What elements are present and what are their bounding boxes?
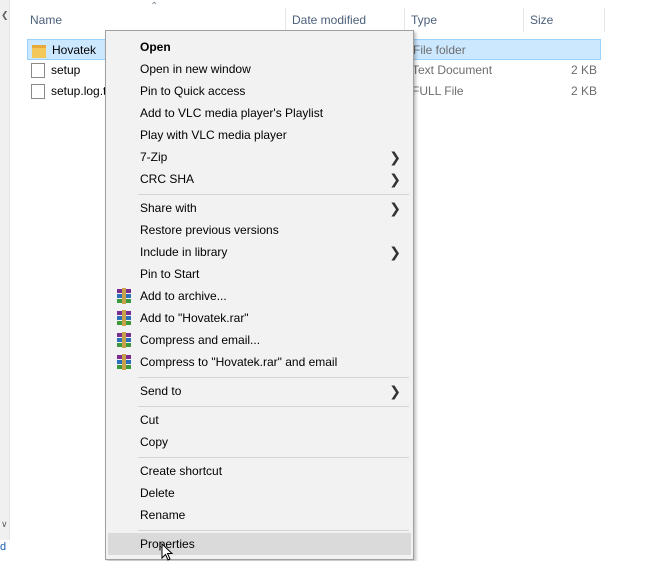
file-icon	[31, 84, 45, 99]
sort-ascending-icon: ⌃	[150, 1, 159, 12]
context-menu: Open Open in new window Pin to Quick acc…	[105, 30, 414, 560]
menu-item-pin-start[interactable]: Pin to Start	[108, 263, 411, 285]
menu-item-label: Add to "Hovatek.rar"	[140, 311, 249, 325]
file-name: setup.log.t	[51, 84, 107, 98]
menu-item-properties[interactable]: Properties	[108, 533, 411, 555]
menu-item-label: Send to	[140, 384, 182, 398]
menu-separator	[138, 194, 409, 195]
menu-item-label: 7-Zip	[140, 150, 168, 164]
menu-item-rename[interactable]: Rename	[108, 504, 411, 526]
menu-item-copy[interactable]: Copy	[108, 431, 411, 453]
menu-item-label: Include in library	[140, 245, 228, 259]
navigation-pane-item[interactable]: d	[0, 541, 6, 553]
column-header-date-modified[interactable]: Date modified	[286, 8, 405, 32]
menu-item-open-new-window[interactable]: Open in new window	[108, 58, 411, 80]
winrar-icon	[117, 288, 131, 304]
menu-item-add-vlc-playlist[interactable]: Add to VLC media player's Playlist	[108, 102, 411, 124]
menu-item-cut[interactable]: Cut	[108, 409, 411, 431]
menu-item-label: Compress and email...	[140, 333, 261, 347]
menu-item-compress-email[interactable]: Compress and email...	[108, 329, 411, 351]
menu-item-compress-rar-email[interactable]: Compress to "Hovatek.rar" and email	[108, 351, 411, 373]
winrar-icon	[117, 354, 131, 370]
menu-item-delete[interactable]: Delete	[108, 482, 411, 504]
menu-item-open[interactable]: Open	[108, 36, 411, 58]
menu-item-label: CRC SHA	[140, 172, 195, 186]
file-size: 2 KB	[570, 84, 597, 98]
menu-item-send-to[interactable]: Send to ❯	[108, 380, 411, 402]
file-name: Hovatek	[52, 43, 97, 57]
menu-item-restore-versions[interactable]: Restore previous versions	[108, 219, 411, 241]
menu-item-play-vlc[interactable]: Play with VLC media player	[108, 124, 411, 146]
menu-item-pin-quick-access[interactable]: Pin to Quick access	[108, 80, 411, 102]
menu-separator	[138, 406, 409, 407]
column-header-size[interactable]: Size	[524, 8, 605, 32]
chevron-right-icon: ❯	[389, 171, 401, 187]
file-type: Text Document	[412, 63, 493, 77]
menu-item-7zip[interactable]: 7-Zip ❯	[108, 146, 411, 168]
winrar-icon	[117, 332, 131, 348]
file-size: 2 KB	[570, 63, 597, 77]
mouse-pointer-icon	[161, 543, 173, 561]
chevron-right-icon: ❯	[389, 383, 401, 399]
column-header-bar: Name Date modified Type Size ⌃	[24, 1, 605, 32]
chevron-right-icon: ❯	[389, 200, 401, 216]
scroll-down-icon[interactable]: ∨	[1, 519, 8, 530]
chevron-right-icon: ❯	[389, 149, 401, 165]
menu-item-share-with[interactable]: Share with ❯	[108, 197, 411, 219]
menu-separator	[138, 530, 409, 531]
file-type: File folder	[413, 43, 466, 57]
menu-separator	[138, 377, 409, 378]
menu-item-add-archive[interactable]: Add to archive...	[108, 285, 411, 307]
winrar-icon	[117, 310, 131, 326]
file-type: FULL File	[412, 84, 464, 98]
menu-item-label: Add to archive...	[140, 289, 227, 303]
column-header-type[interactable]: Type	[405, 8, 524, 32]
menu-item-add-rar[interactable]: Add to "Hovatek.rar"	[108, 307, 411, 329]
menu-item-label: Compress to "Hovatek.rar" and email	[140, 355, 338, 369]
menu-item-crc-sha[interactable]: CRC SHA ❯	[108, 168, 411, 190]
menu-item-create-shortcut[interactable]: Create shortcut	[108, 460, 411, 482]
chevron-right-icon: ❯	[389, 244, 401, 260]
folder-icon	[32, 45, 46, 58]
menu-separator	[138, 457, 409, 458]
navigation-pane-scrollbar[interactable]: ❮ ∨	[0, 0, 10, 540]
text-document-icon	[31, 63, 45, 78]
menu-item-label: Share with	[140, 201, 197, 215]
menu-item-include-library[interactable]: Include in library ❯	[108, 241, 411, 263]
file-name: setup	[51, 63, 81, 77]
scroll-up-icon[interactable]: ❮	[1, 10, 9, 21]
